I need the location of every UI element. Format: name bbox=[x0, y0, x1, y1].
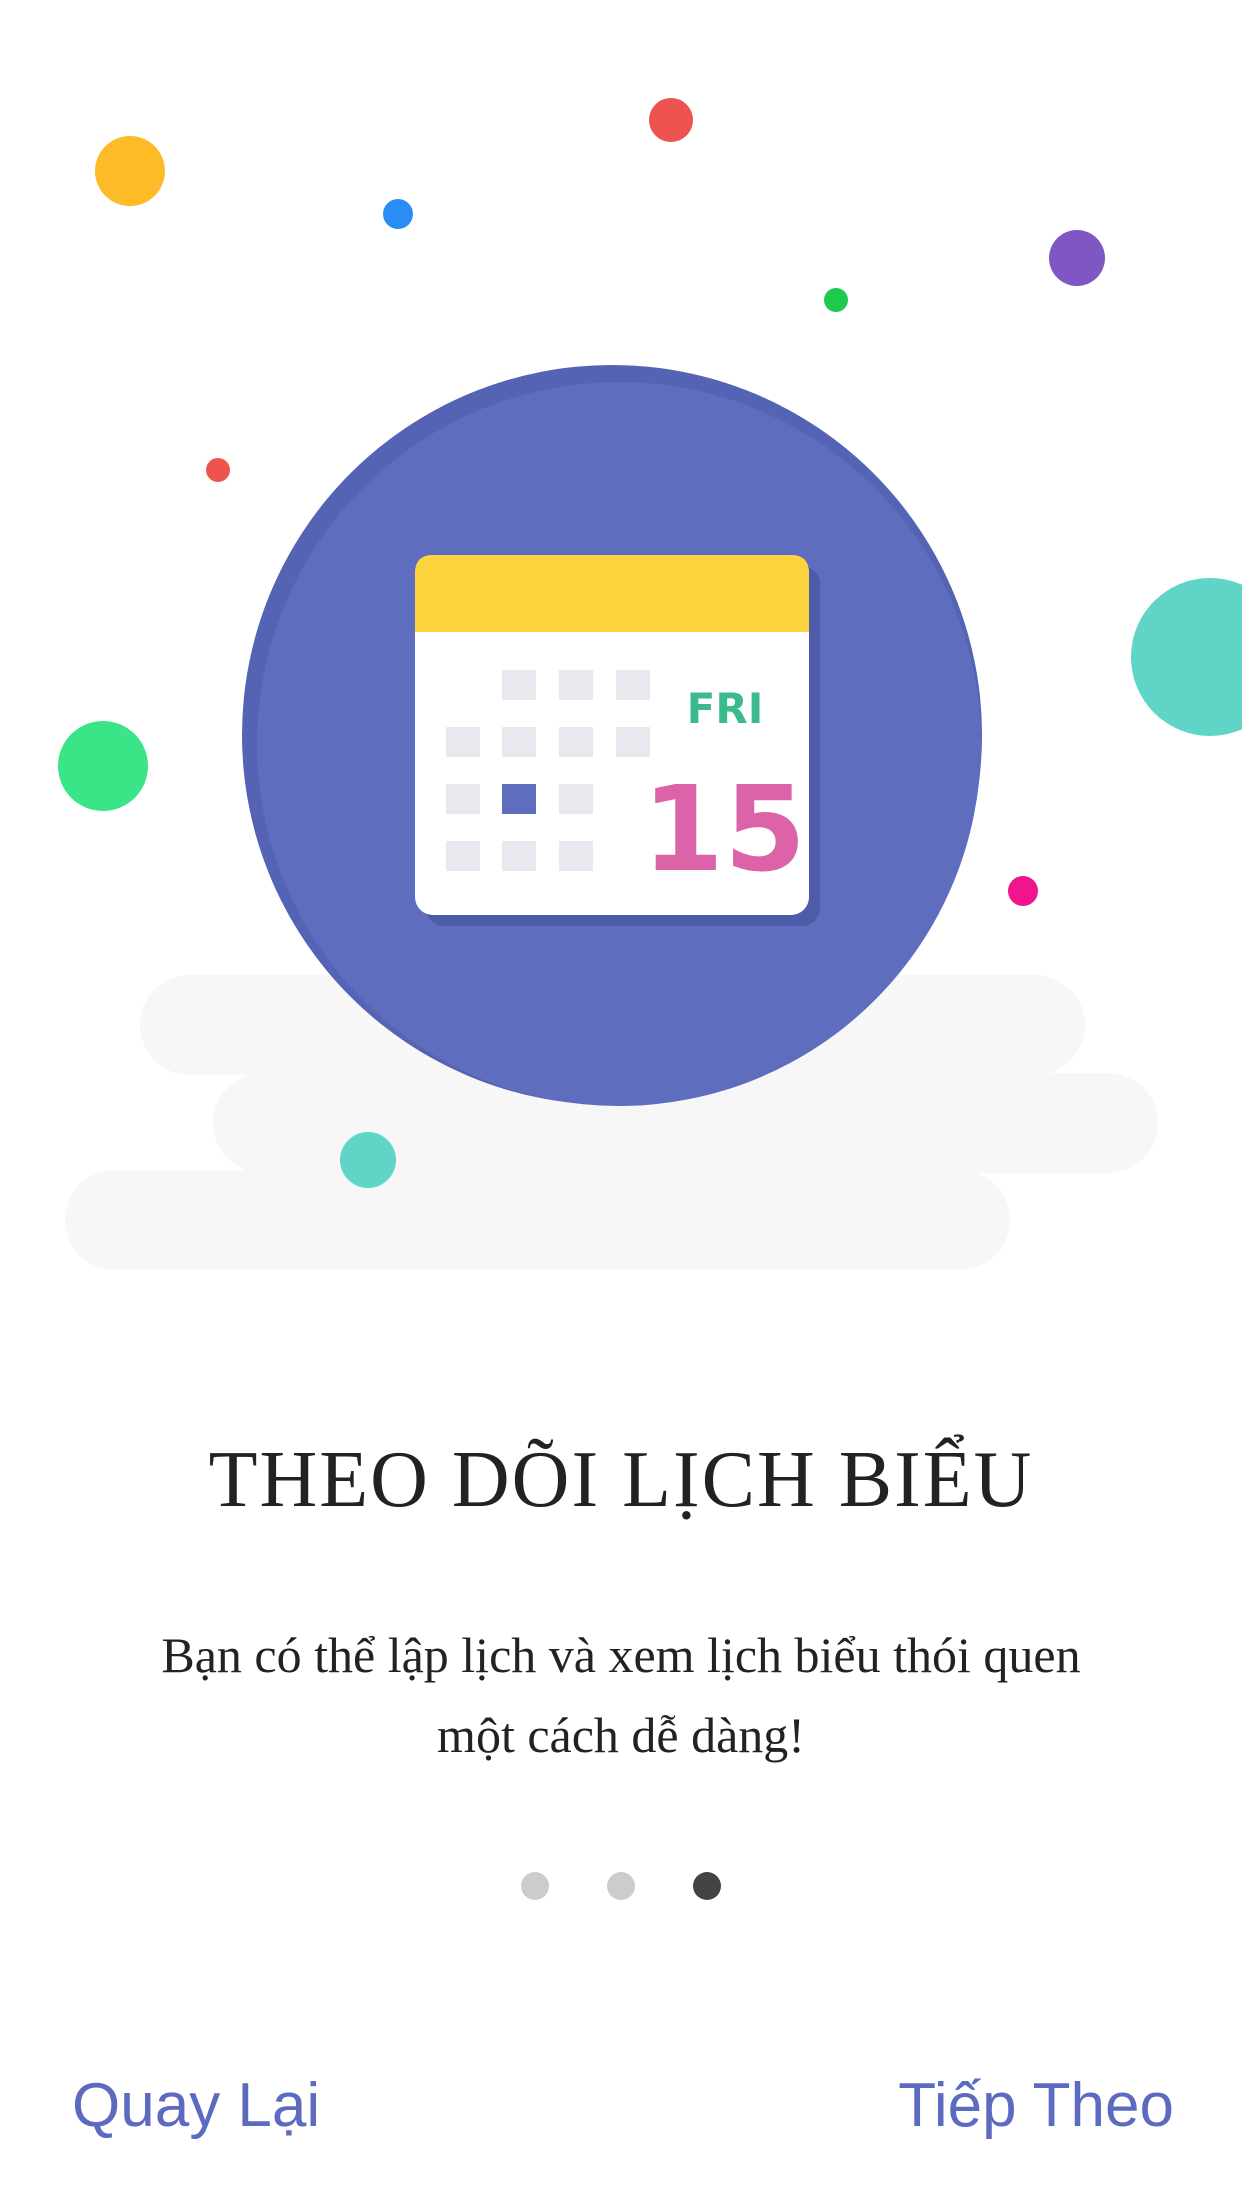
calendar-icon: FRI 15 bbox=[415, 555, 820, 926]
calendar-date-number: 15 bbox=[642, 760, 806, 898]
back-button[interactable]: Quay Lại bbox=[72, 2070, 320, 2141]
confetti-dot bbox=[1008, 876, 1038, 906]
calendar-selected-day bbox=[502, 784, 536, 814]
confetti-dot bbox=[1049, 230, 1105, 286]
confetti-dot bbox=[1131, 578, 1242, 736]
confetti-dot bbox=[649, 98, 693, 142]
page-dot-1[interactable] bbox=[521, 1872, 549, 1900]
next-button[interactable]: Tiếp Theo bbox=[898, 2070, 1174, 2141]
onboarding-title: THEO DÕI LỊCH BIỂU bbox=[208, 1436, 1034, 1524]
confetti-dot bbox=[383, 199, 413, 229]
confetti-dot bbox=[340, 1132, 396, 1188]
onboarding-description: Bạn có thể lập lịch và xem lịch biểu thó… bbox=[161, 1627, 1081, 1763]
calendar-illustration: FRI 15 bbox=[58, 98, 1242, 1270]
calendar-day-label: FRI bbox=[687, 684, 764, 733]
page-dot-3-active[interactable] bbox=[693, 1872, 721, 1900]
confetti-dot bbox=[824, 288, 848, 312]
page-dot-2[interactable] bbox=[607, 1872, 635, 1900]
confetti-dot bbox=[95, 136, 165, 206]
page-indicator bbox=[0, 1872, 1242, 1902]
confetti-dot bbox=[58, 721, 148, 811]
confetti-dot bbox=[206, 458, 230, 482]
onboarding-screen: FRI 15 THEO DÕI LỊCH BIỂU Bạn có thể lập… bbox=[0, 0, 1242, 2208]
